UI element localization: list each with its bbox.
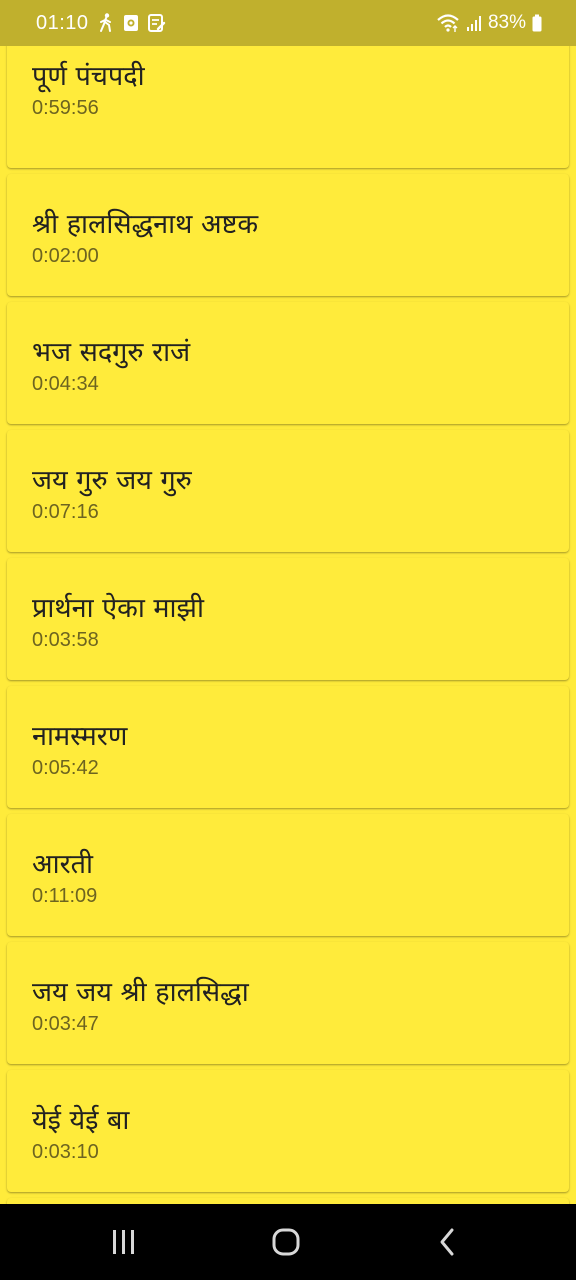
track-card[interactable]: प्रार्थना ऐका माझी 0:03:58 — [7, 558, 569, 680]
back-icon — [440, 1228, 454, 1256]
track-card[interactable]: आरती 0:11:09 — [7, 814, 569, 936]
track-duration: 0:02:00 — [32, 245, 99, 267]
track-duration: 0:07:16 — [32, 501, 99, 523]
track-card[interactable]: जय गुरु जय गुरु 0:07:16 — [7, 430, 569, 552]
track-card[interactable]: जय जय श्री हालसिद्धा 0:03:47 — [7, 942, 569, 1064]
status-clock: 01:10 — [36, 11, 89, 34]
track-title: आरती — [32, 849, 94, 880]
status-bar: 01:10 83% — [0, 0, 576, 46]
track-title: प्रार्थना ऐका माझी — [32, 593, 204, 624]
status-right: 83% — [436, 12, 542, 34]
wifi-icon — [436, 13, 460, 33]
track-duration: 0:04:34 — [32, 373, 99, 395]
screen-record-icon — [123, 14, 139, 32]
back-button[interactable] — [428, 1224, 468, 1260]
track-title: येई येई बा — [32, 1105, 130, 1136]
track-card[interactable]: पूर्ण पंचपदी 0:59:56 — [7, 46, 569, 168]
track-duration: 0:03:58 — [32, 629, 99, 651]
track-duration: 0:03:10 — [32, 1141, 99, 1163]
status-left: 01:10 — [36, 12, 166, 35]
track-duration: 0:03:47 — [32, 1013, 99, 1035]
recent-apps-button[interactable] — [104, 1224, 144, 1260]
navigation-bar — [0, 1204, 576, 1280]
track-duration: 0:11:09 — [32, 885, 98, 907]
track-title: पूर्ण पंचपदी — [32, 61, 145, 92]
home-button[interactable] — [266, 1224, 306, 1260]
walking-icon — [98, 13, 114, 33]
notes-icon — [147, 14, 166, 32]
track-duration: 0:59:56 — [32, 97, 99, 119]
battery-percentage: 83% — [487, 12, 526, 33]
track-card[interactable]: नामस्मरण 0:05:42 — [7, 686, 569, 808]
home-icon — [272, 1228, 300, 1256]
track-title: जय जय श्री हालसिद्धा — [32, 977, 249, 1008]
track-title: जय गुरु जय गुरु — [32, 465, 192, 496]
signal-icon — [466, 14, 482, 32]
track-title: श्री हालसिद्धनाथ अष्टक — [32, 209, 259, 240]
track-card[interactable]: श्री हालसिद्धनाथ अष्टक 0:02:00 — [7, 174, 569, 296]
track-duration: 0:05:42 — [32, 757, 99, 779]
battery-icon — [532, 14, 542, 32]
track-list: पूर्ण पंचपदी 0:59:56 श्री हालसिद्धनाथ अष… — [0, 46, 576, 1204]
track-title: भज सदगुरु राजं — [32, 337, 191, 368]
track-title: नामस्मरण — [32, 721, 128, 752]
recent-apps-icon — [113, 1230, 134, 1254]
track-card[interactable]: येई येई बा 0:03:10 — [7, 1070, 569, 1192]
track-card[interactable]: भज सदगुरु राजं 0:04:34 — [7, 302, 569, 424]
